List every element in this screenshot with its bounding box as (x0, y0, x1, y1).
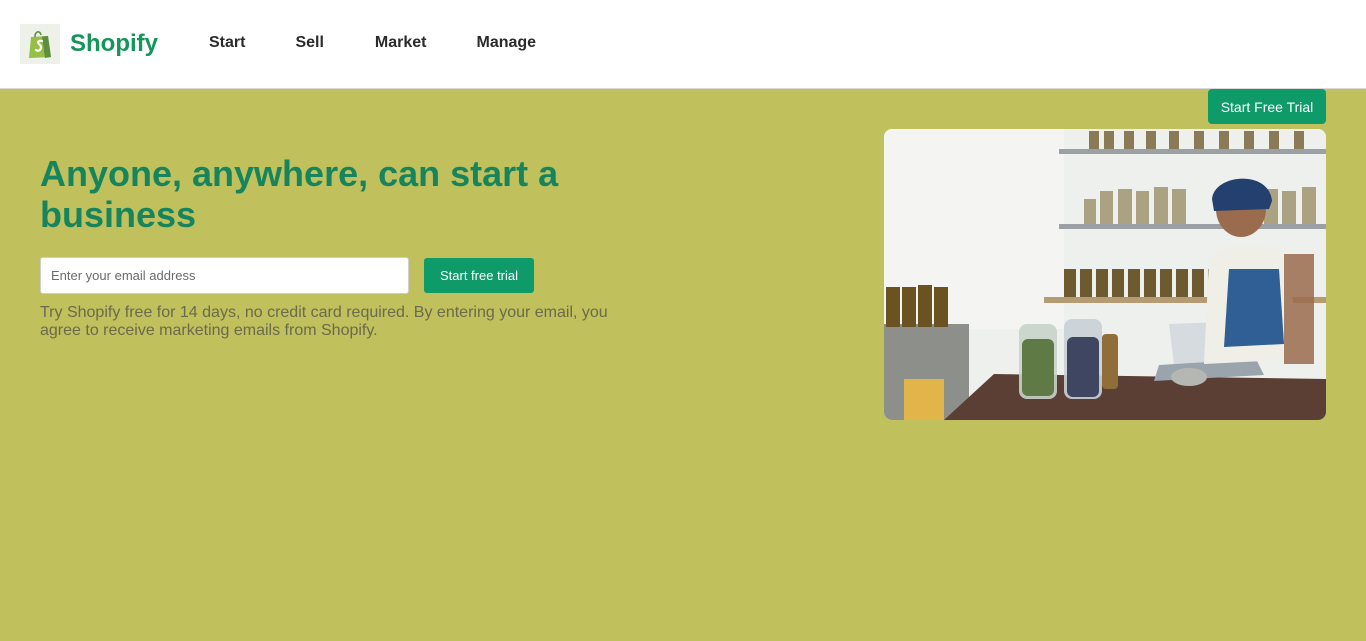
shopify-logo-icon (20, 24, 60, 64)
nav-item-sell[interactable]: Sell (295, 34, 323, 52)
top-navigation-bar: Shopify Start Sell Market Manage (0, 0, 1366, 89)
brand-home-link[interactable]: Shopify (20, 24, 158, 64)
trial-disclaimer: Try Shopify free for 14 days, no credit … (40, 304, 608, 339)
main-nav: Start Sell Market Manage (209, 34, 586, 52)
hero-photo-shop-owner (884, 129, 1326, 420)
start-free-trial-button[interactable]: Start free trial (424, 258, 534, 293)
nav-item-start[interactable]: Start (209, 34, 245, 52)
hero-headline: Anyone, anywhere, can start a business (40, 153, 559, 235)
nav-item-manage[interactable]: Manage (477, 34, 537, 52)
email-input[interactable] (40, 257, 409, 294)
brand-name: Shopify (70, 30, 158, 57)
nav-item-market[interactable]: Market (375, 34, 427, 52)
start-free-trial-header-button[interactable]: Start Free Trial (1208, 89, 1326, 124)
